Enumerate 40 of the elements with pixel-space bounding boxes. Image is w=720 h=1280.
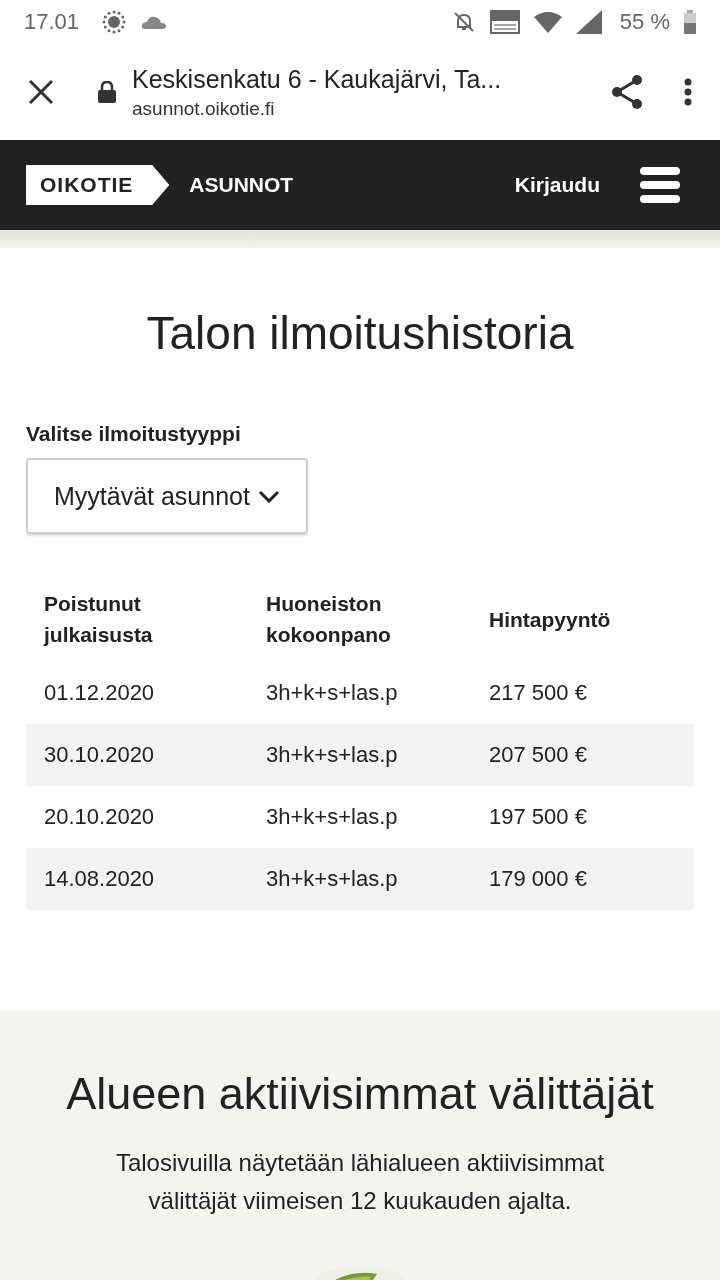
muted-bell-icon [451,10,476,34]
more-icon[interactable] [684,78,692,106]
column-header: Hintapyyntö [489,606,612,633]
share-icon[interactable] [610,74,644,110]
lock-icon [98,81,116,103]
status-time: 17.01 [24,9,80,35]
menu-icon[interactable] [640,167,680,203]
table-cell-text: 3h+k+s+las.p [266,866,399,892]
battery-percent: 55 % [619,9,670,35]
page-url: asunnot.oikotie.fi [132,97,276,120]
close-icon[interactable] [28,79,54,105]
volte-icon [489,10,520,34]
table-cell-text: 3h+k+s+las.p [266,680,399,706]
table-cell-text: 179 000 € [489,866,588,892]
select-label: Valitse ilmoitustyyppi [26,422,241,446]
description-text: Talosivuilla näytetään lähialueen aktiivisimmat välittäjät viimeisen 12 kuukauden ajalta. [114,1148,606,1216]
table-cell-text: 217 500 € [489,680,588,706]
login-link[interactable]: Kirjaudu [514,173,600,197]
type-dropdown[interactable]: Myytävät asunnot [26,458,308,534]
table-cell-text: 3h+k+s+las.p [266,804,399,830]
table-cell-text: 20.10.2020 [44,804,156,830]
table-cell-text: 3h+k+s+las.p [266,742,399,768]
table-cell-text: 14.08.2020 [44,866,156,892]
column-header: Poistunut julkaisusta [44,591,154,648]
table-cell-text: 197 500 € [489,804,588,830]
wifi-icon [533,11,562,33]
logo[interactable]: OIKOTIE [26,165,170,205]
cloud-icon [141,14,168,30]
sun-icon [101,9,128,35]
table-cell-text: 30.10.2020 [44,742,156,768]
page-title: Keskisenkatu 6 - Kaukajärvi, Ta... [132,64,503,94]
table-cell-text: 01.12.2020 [44,680,156,706]
section-title: Alueen aktiivisimmat välittäjät [66,1068,654,1120]
chevron-down-icon [258,489,280,503]
signal-icon [575,10,602,34]
table-cell-text: 207 500 € [489,742,588,768]
battery-icon [684,10,696,34]
column-header: Huoneiston kokoonpano [266,591,392,648]
section-link[interactable]: ASUNNOT [189,173,294,197]
section-title: Talon ilmoitushistoria [145,306,575,360]
